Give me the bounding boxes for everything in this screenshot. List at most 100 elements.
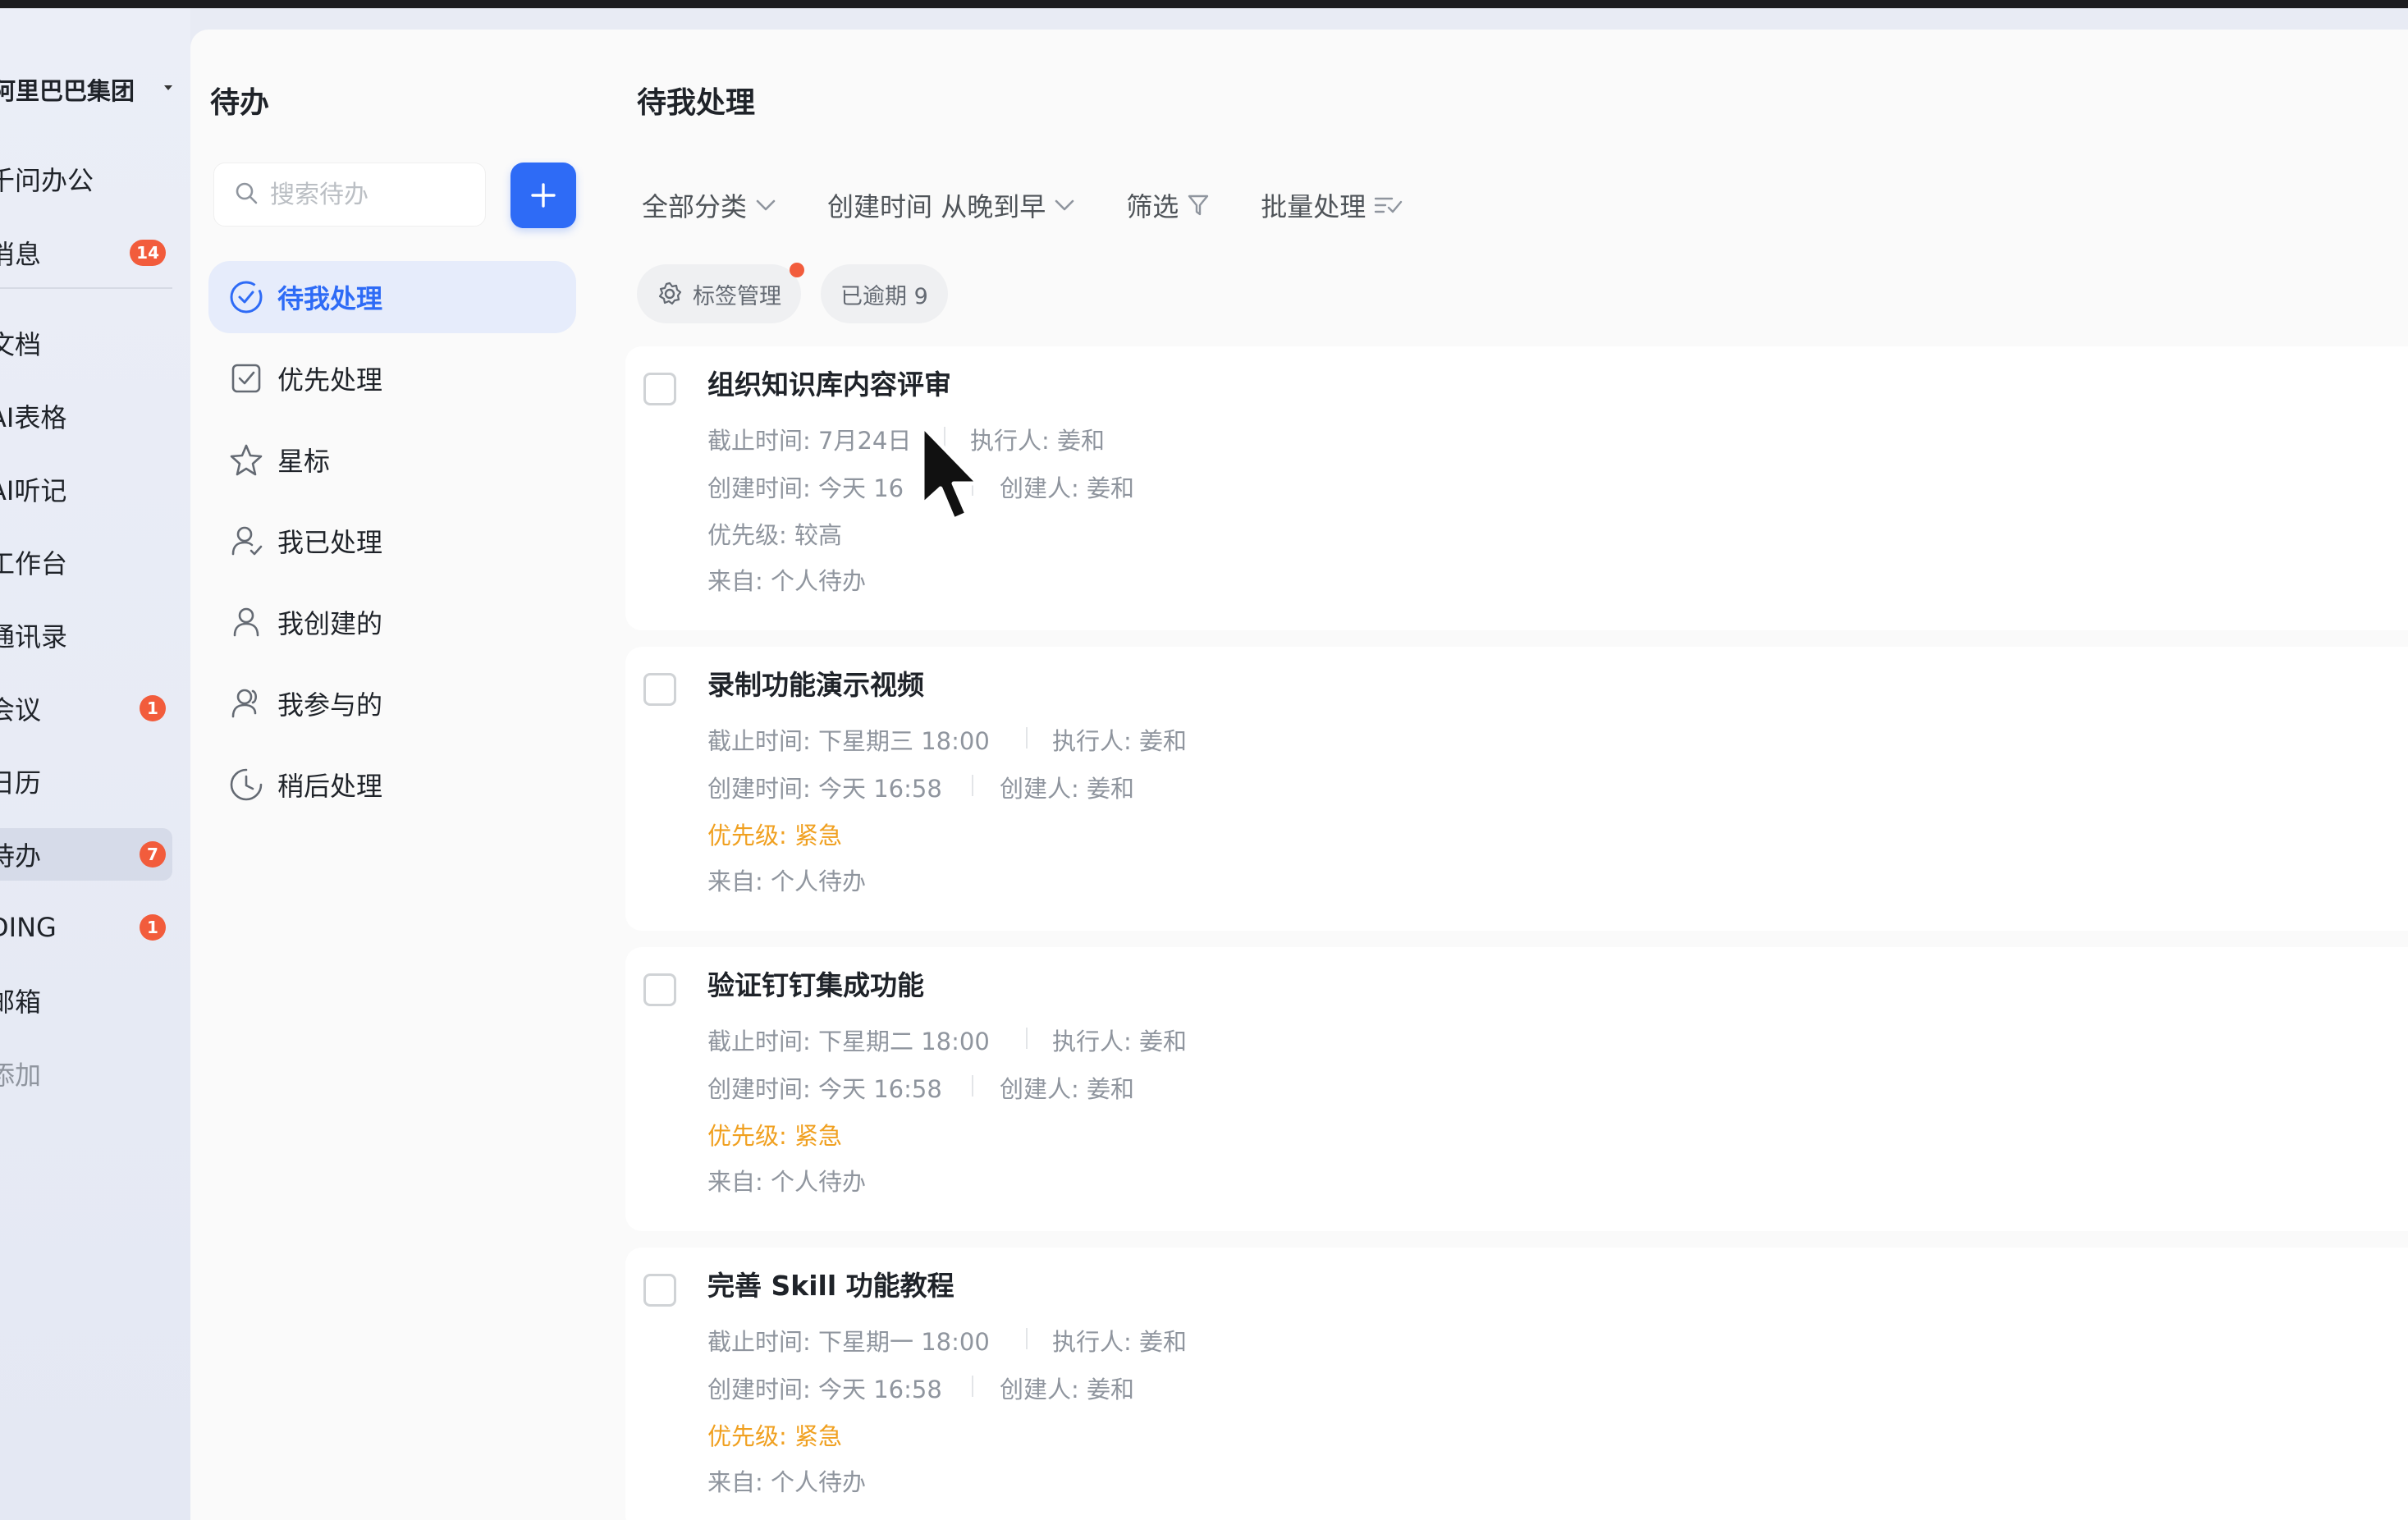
nav-label: 会议 — [0, 694, 42, 726]
org-switcher[interactable]: 阿里巴巴集团 — [0, 69, 190, 110]
nav-item-ai-notes[interactable]: AI听记 — [0, 463, 190, 515]
chip-label: 标签管理 — [693, 283, 781, 309]
todo-source: 来自: 个人待办 — [707, 1168, 866, 1196]
todo-created: 创建时间: 今天 16 — [707, 474, 904, 502]
category-dropdown[interactable]: 全部分类 — [642, 186, 776, 224]
todo-creator: 创建人: 姜和 — [1000, 1376, 1134, 1403]
tag-manage-chip[interactable]: 标签管理 — [637, 263, 804, 323]
menu-label: 稍后处理 — [277, 771, 383, 802]
nav-item-mail[interactable]: 邮箱 — [0, 974, 190, 1027]
meta-separator — [972, 1376, 973, 1397]
menu-label: 我参与的 — [277, 689, 383, 721]
menu-item-pending[interactable]: 待我处理 — [208, 261, 576, 333]
nav-label: 工作台 — [0, 548, 68, 579]
filter-label: 筛选 — [1126, 191, 1179, 222]
user-icon — [228, 604, 264, 640]
nav-divider — [0, 287, 172, 289]
todo-deadline: 截止时间: 下星期二 18:00 — [707, 1028, 990, 1055]
nav-item-docs[interactable]: 文档 — [0, 317, 190, 369]
todo-title: 录制功能演示视频 — [707, 669, 924, 701]
todo-assignee: 执行人: 姜和 — [970, 427, 1105, 455]
toolbar: 全部分类 创建时间 从晚到早 筛选 批量处理 — [642, 181, 1454, 230]
todo-item[interactable]: 组织知识库内容评审 截止时间: 7月24日 执行人: 姜和 创建时间: 今天 1… — [625, 346, 2408, 630]
nav-item-add[interactable]: 添加 — [0, 1047, 190, 1100]
todo-sidebar: 待办 待我处理 优先处理 — [190, 30, 601, 1520]
menu-item-later[interactable]: 稍后处理 — [208, 749, 576, 821]
user-check-icon — [228, 523, 264, 559]
app-nav: 阿里巴巴集团 千问办公 消息 14 文档 AI表格 AI听记 工作台 通讯录 会… — [0, 8, 190, 1520]
nav-label: 消息 — [0, 239, 42, 270]
clock-icon — [228, 767, 264, 803]
nav-item-meetings[interactable]: 会议 1 — [0, 682, 190, 735]
nav-label: 邮箱 — [0, 987, 42, 1018]
add-todo-button[interactable] — [510, 163, 576, 228]
todo-deadline: 截止时间: 下星期三 18:00 — [707, 727, 990, 755]
nav-label: 通讯录 — [0, 621, 68, 652]
nav-item-ding[interactable]: DING 1 — [0, 901, 190, 954]
user-group-icon — [228, 685, 264, 721]
nav-item-workbench[interactable]: 工作台 — [0, 536, 190, 588]
star-icon — [228, 442, 264, 478]
search-box[interactable] — [213, 163, 486, 227]
todo-source: 来自: 个人待办 — [707, 868, 866, 895]
todo-deadline: 截止时间: 下星期一 18:00 — [707, 1328, 990, 1356]
search-icon — [234, 181, 259, 208]
todo-created: 创建时间: 今天 16:58 — [707, 775, 942, 803]
page-title: 待我处理 — [637, 86, 756, 120]
menu-label: 星标 — [277, 446, 331, 477]
sort-dropdown[interactable]: 创建时间 从晚到早 — [827, 186, 1075, 224]
overdue-chip[interactable]: 已逾期 9 — [821, 264, 948, 323]
meta-separator — [1026, 1028, 1028, 1049]
nav-item-todo[interactable]: 待办 7 — [0, 828, 172, 881]
gear-icon — [658, 282, 682, 305]
meta-separator — [1026, 1328, 1028, 1349]
todo-source: 来自: 个人待办 — [707, 567, 866, 595]
todo-checkbox[interactable] — [643, 1274, 676, 1307]
chevron-down-icon — [756, 199, 776, 211]
todo-item[interactable]: 验证钉钉集成功能 截止时间: 下星期二 18:00 执行人: 姜和 创建时间: … — [625, 947, 2408, 1231]
todo-created: 创建时间: 今天 16:58 — [707, 1376, 942, 1403]
search-input[interactable] — [270, 180, 467, 209]
todo-title: 完善 Skill 功能教程 — [707, 1270, 955, 1302]
mouse-cursor-icon — [919, 423, 985, 533]
menu-item-priority[interactable]: 优先处理 — [208, 342, 576, 414]
chip-label: 已逾期 9 — [840, 283, 928, 309]
todo-item[interactable]: 完善 Skill 功能教程 截止时间: 下星期一 18:00 执行人: 姜和 创… — [625, 1248, 2408, 1520]
menu-item-done[interactable]: 我已处理 — [208, 505, 576, 577]
todo-checkbox[interactable] — [643, 973, 676, 1006]
filter-button[interactable]: 筛选 — [1126, 186, 1210, 224]
todo-assignee: 执行人: 姜和 — [1052, 1328, 1187, 1356]
todo-assignee: 执行人: 姜和 — [1052, 1028, 1187, 1055]
batch-button[interactable]: 批量处理 — [1261, 186, 1403, 224]
menu-label: 我创建的 — [277, 608, 383, 639]
meta-separator — [972, 775, 973, 796]
nav-item-calendar[interactable]: 日历 — [0, 755, 190, 808]
nav-label: 待办 — [0, 840, 42, 872]
menu-item-created[interactable]: 我创建的 — [208, 586, 576, 658]
chip-row: 标签管理 已逾期 9 — [637, 263, 968, 323]
nav-label: 添加 — [0, 1060, 42, 1091]
square-check-icon — [228, 360, 264, 396]
todo-checkbox[interactable] — [643, 673, 676, 706]
todo-checkbox[interactable] — [643, 373, 676, 405]
nav-label: DING — [0, 912, 57, 943]
nav-item-ai-sheet[interactable]: AI表格 — [0, 390, 190, 442]
meta-separator — [972, 1075, 973, 1097]
category-label: 全部分类 — [642, 191, 748, 222]
todo-priority: 优先级: 紧急 — [707, 1122, 842, 1150]
nav-item-contacts[interactable]: 通讯录 — [0, 609, 190, 662]
todo-main: 待我处理 全部分类 创建时间 从晚到早 筛选 批量处理 标签管理 已逾期 9 组… — [601, 30, 2408, 1520]
sort-label: 创建时间 从晚到早 — [827, 191, 1046, 222]
todo-source: 来自: 个人待办 — [707, 1468, 866, 1496]
nav-item-messages[interactable]: 消息 14 — [0, 227, 190, 279]
menu-item-starred[interactable]: 星标 — [208, 423, 576, 496]
todo-priority: 优先级: 紧急 — [707, 1422, 842, 1450]
nav-item-qianwen[interactable]: 千问办公 — [0, 153, 190, 205]
batch-list-icon — [1375, 197, 1403, 213]
chevron-down-icon — [1055, 199, 1074, 211]
todo-item[interactable]: 录制功能演示视频 截止时间: 下星期三 18:00 执行人: 姜和 创建时间: … — [625, 647, 2408, 931]
menu-item-participated[interactable]: 我参与的 — [208, 667, 576, 739]
menu-label: 优先处理 — [277, 364, 383, 396]
window-top-strip — [0, 0, 2408, 8]
todo-created: 创建时间: 今天 16:58 — [707, 1075, 942, 1103]
